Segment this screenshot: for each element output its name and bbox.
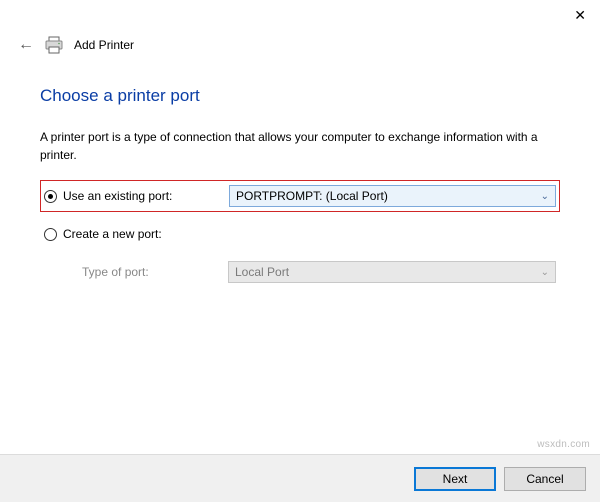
radio-existing-port[interactable]: [44, 190, 57, 203]
option-port-type: Type of port: Local Port ⌄: [40, 256, 560, 288]
watermark: wsxdn.com: [537, 439, 590, 450]
titlebar: ✕: [0, 0, 600, 30]
radio-create-port-label: Create a new port:: [63, 227, 223, 241]
option-create-port[interactable]: Create a new port:: [40, 222, 560, 246]
back-arrow-icon[interactable]: ←: [18, 36, 34, 54]
page-heading: Choose a printer port: [40, 86, 560, 106]
radio-existing-port-label: Use an existing port:: [63, 189, 223, 203]
next-button[interactable]: Next: [414, 467, 496, 491]
wizard-title: Add Printer: [74, 38, 134, 52]
port-type-label: Type of port:: [82, 265, 222, 279]
port-type-value: Local Port: [235, 265, 289, 279]
radio-create-port[interactable]: [44, 228, 57, 241]
wizard-footer: Next Cancel: [0, 454, 600, 502]
page-description: A printer port is a type of connection t…: [40, 128, 560, 164]
wizard-header: ← Add Printer: [0, 30, 600, 68]
printer-icon: [44, 36, 64, 54]
wizard-content: Choose a printer port A printer port is …: [0, 68, 600, 288]
option-existing-port[interactable]: Use an existing port: PORTPROMPT: (Local…: [40, 180, 560, 212]
existing-port-value: PORTPROMPT: (Local Port): [236, 189, 388, 203]
chevron-down-icon: ⌄: [541, 191, 549, 202]
existing-port-dropdown[interactable]: PORTPROMPT: (Local Port) ⌄: [229, 185, 556, 207]
cancel-button[interactable]: Cancel: [504, 467, 586, 491]
close-icon[interactable]: ✕: [574, 7, 586, 24]
port-type-dropdown: Local Port ⌄: [228, 261, 556, 283]
chevron-down-icon: ⌄: [541, 267, 549, 278]
